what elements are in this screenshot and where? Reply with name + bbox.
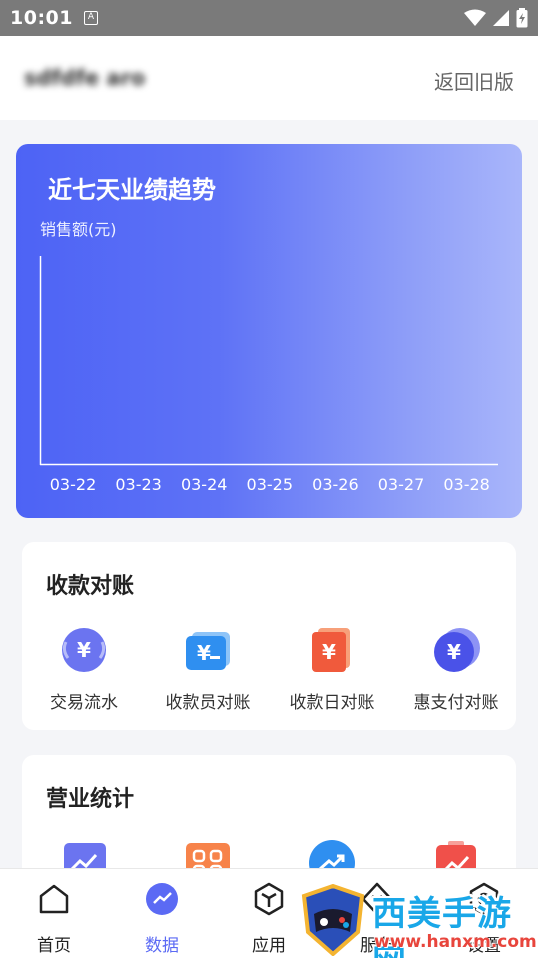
x-tick-label: 03-27 <box>378 475 425 494</box>
gamepad-shield-icon <box>301 884 365 956</box>
x-tick-label: 03-23 <box>115 475 162 494</box>
nav-home[interactable]: 首页 <box>14 881 94 956</box>
nav-data[interactable]: 数据 <box>122 881 202 956</box>
x-tick-label: 03-25 <box>247 475 294 494</box>
cashier-reconcile-icon: ¥ <box>184 626 232 674</box>
apps-icon <box>254 882 284 916</box>
watermark-url: www.hanxm.com <box>374 932 537 952</box>
cashier-reconcile-label: 收款员对账 <box>165 693 251 713</box>
site-watermark: 西美手游网 www.hanxm.com <box>300 884 538 958</box>
x-tick-label: 03-22 <box>50 475 97 494</box>
trend-chart: 03-22 03-23 03-24 03-25 03-26 03-27 03-28 <box>39 256 498 494</box>
svg-text:¥: ¥ <box>197 641 211 665</box>
home-icon <box>39 884 69 914</box>
x-tick-label: 03-26 <box>312 475 359 494</box>
notification-icon: A <box>84 11 98 25</box>
hui-pay-reconcile-label: 惠支付对账 <box>413 693 499 713</box>
business-stats-title: 营业统计 <box>46 787 135 812</box>
transaction-flow-icon: ¥ <box>60 626 108 674</box>
signal-icon <box>493 10 509 26</box>
status-icons <box>464 8 528 28</box>
store-name: sdfdfe aro <box>24 66 146 90</box>
back-to-old-version-button[interactable]: 返回旧版 <box>434 66 514 95</box>
daily-reconcile-button[interactable]: ¥ 收款日对账 <box>270 626 394 713</box>
x-tick-label: 03-28 <box>443 475 490 494</box>
transaction-flow-button[interactable]: ¥ 交易流水 <box>22 626 146 713</box>
svg-text:¥: ¥ <box>447 640 461 664</box>
wifi-icon <box>464 9 486 26</box>
sales-trend-card: 近七天业绩趋势 销售额(元) 03-22 03-23 03-24 03-25 03-26… <box>16 144 522 518</box>
reconcile-title: 收款对账 <box>46 574 135 599</box>
nav-home-label: 首页 <box>37 936 71 956</box>
nav-data-label: 数据 <box>145 936 179 956</box>
svg-text:¥: ¥ <box>77 638 91 662</box>
x-tick-label: 03-24 <box>181 475 228 494</box>
nav-apps[interactable]: 应用 <box>229 881 309 956</box>
status-bar: 10:01 A <box>0 0 538 36</box>
page-header: sdfdfe aro 返回旧版 <box>0 36 538 120</box>
data-icon <box>146 883 178 915</box>
chart-x-ticks: 03-22 03-23 03-24 03-25 03-26 03-27 03-28 <box>50 475 490 494</box>
daily-reconcile-icon: ¥ <box>308 626 356 674</box>
hui-pay-reconcile-icon: ¥ <box>432 626 480 674</box>
nav-apps-label: 应用 <box>252 936 286 956</box>
reconcile-section: 收款对账 ¥ 交易流水 ¥ 收款员对账 ¥ 收款日对账 ¥ 惠支付对账 <box>22 542 516 730</box>
svg-text:¥: ¥ <box>322 640 336 664</box>
hui-pay-reconcile-button[interactable]: ¥ 惠支付对账 <box>394 626 518 713</box>
battery-icon <box>516 8 528 28</box>
cashier-reconcile-button[interactable]: ¥ 收款员对账 <box>146 626 270 713</box>
daily-reconcile-label: 收款日对账 <box>289 693 375 713</box>
status-time: 10:01 <box>10 7 73 29</box>
transaction-flow-label: 交易流水 <box>50 693 118 713</box>
